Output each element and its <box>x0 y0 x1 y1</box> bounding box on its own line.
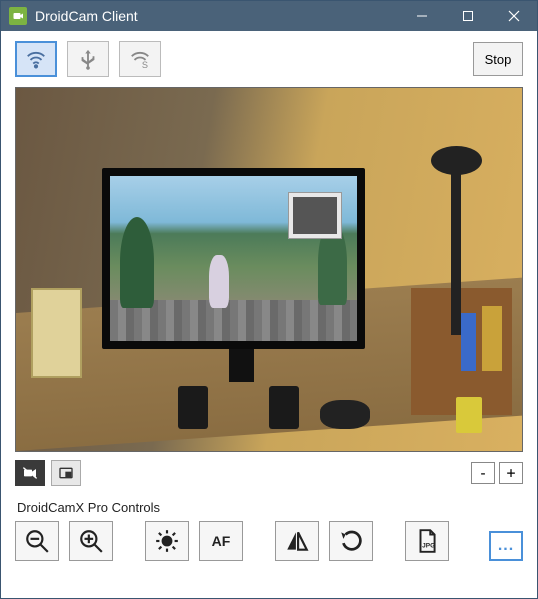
svg-text:S: S <box>142 60 148 70</box>
pip-button[interactable] <box>51 460 81 486</box>
brightness-button[interactable] <box>145 521 189 561</box>
content-area: S Stop <box>1 31 537 598</box>
usb-button[interactable] <box>67 41 109 77</box>
zoom-out-button[interactable]: - <box>471 462 495 484</box>
titlebar: DroidCam Client <box>1 1 537 31</box>
magnify-out-button[interactable] <box>15 521 59 561</box>
magnify-in-button[interactable] <box>69 521 113 561</box>
zoom-in-button[interactable]: + <box>499 462 523 484</box>
more-button[interactable]: ... <box>489 531 523 561</box>
preview-image <box>16 88 522 451</box>
autofocus-button[interactable]: AF <box>199 521 243 561</box>
pro-controls-label: DroidCamX Pro Controls <box>17 500 523 515</box>
svg-text:JPG: JPG <box>422 543 435 550</box>
close-button[interactable] <box>491 1 537 31</box>
app-icon <box>9 7 27 25</box>
mirror-button[interactable] <box>275 521 319 561</box>
video-preview <box>15 87 523 452</box>
window-title: DroidCam Client <box>35 8 399 24</box>
window-controls <box>399 1 537 31</box>
pro-toolbar: AF JPG ... <box>15 521 523 565</box>
wifi-server-button[interactable]: S <box>119 41 161 77</box>
maximize-button[interactable] <box>445 1 491 31</box>
minimize-button[interactable] <box>399 1 445 31</box>
mute-video-button[interactable] <box>15 460 45 486</box>
app-window: DroidCam Client S Stop <box>0 0 538 599</box>
connection-toolbar: S Stop <box>15 41 523 77</box>
rotate-button[interactable] <box>329 521 373 561</box>
wifi-button[interactable] <box>15 41 57 77</box>
video-controls-row: - + <box>15 460 523 486</box>
stop-button[interactable]: Stop <box>473 42 523 76</box>
save-jpg-button[interactable]: JPG <box>405 521 449 561</box>
zoom-controls: - + <box>471 462 523 484</box>
